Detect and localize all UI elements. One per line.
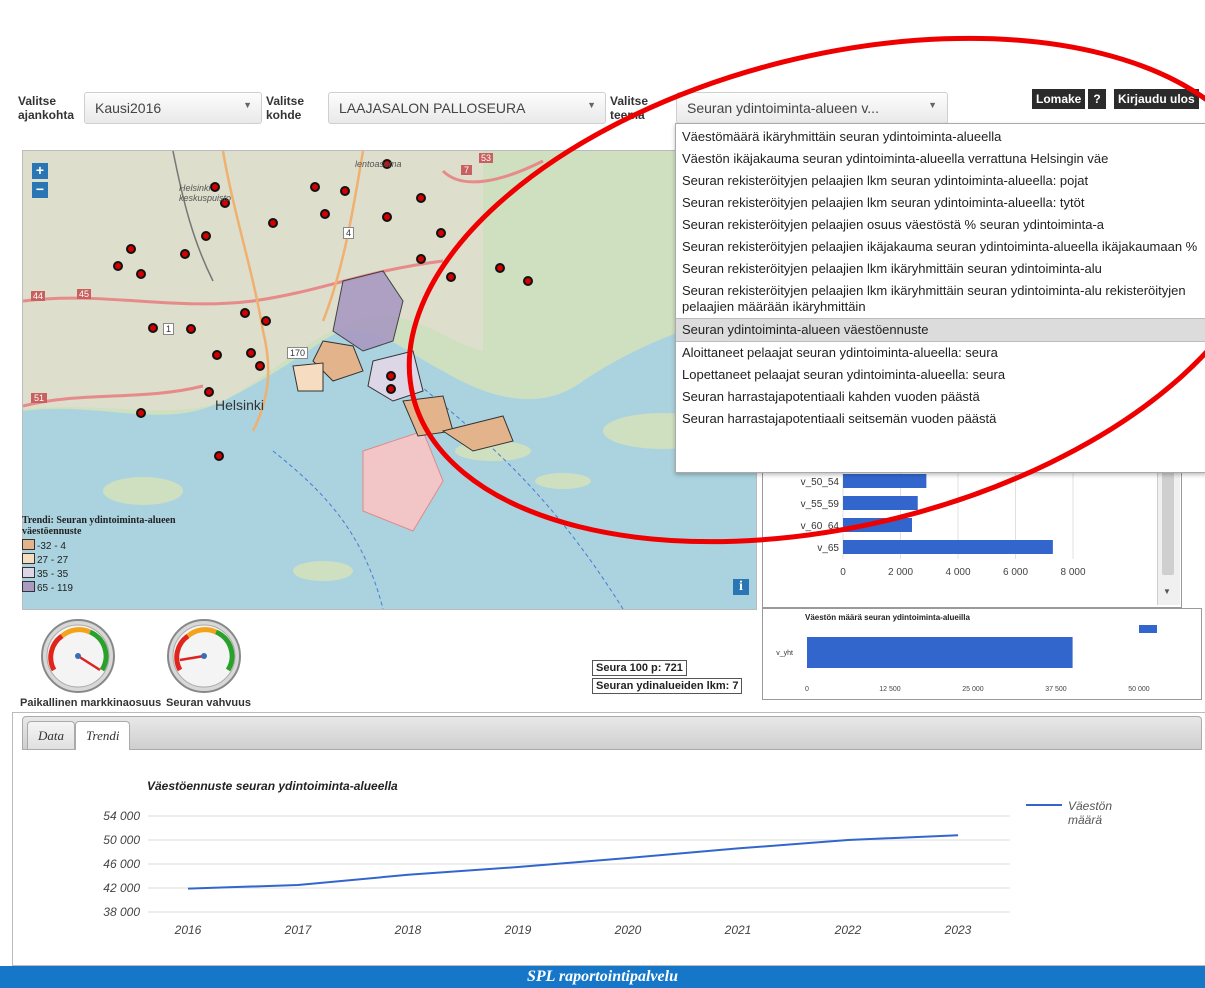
age-tick-label: 2 000 (888, 567, 913, 578)
population-chart-panel: Väestön määrä seuran ydintoiminta-alueil… (762, 608, 1202, 700)
legend-swatch (22, 539, 35, 550)
population-bar-chart: 0 12 500 25 000 37 500 50 000 v_yht (776, 625, 1157, 693)
chevron-down-icon: ▼ (243, 100, 252, 110)
trend-x-tick-label: 2020 (614, 923, 642, 937)
trend-legend: Väestön määrä (1068, 799, 1113, 827)
trend-y-tick-label: 38 000 (103, 905, 140, 919)
club-strength-gauge (167, 619, 241, 693)
legend-item: 27 - 27 (22, 553, 192, 567)
map-road-4: 4 (343, 227, 355, 239)
trend-y-tick-label: 46 000 (103, 857, 140, 871)
map-road-170: 170 (287, 347, 309, 359)
age-tick-label: 0 (840, 567, 846, 578)
market-share-gauge (41, 619, 115, 693)
pop-tick-label: 0 (805, 686, 809, 693)
trend-x-tick-label: 2016 (174, 923, 202, 937)
trend-legend-swatch (1026, 804, 1062, 806)
legend-title: Trendi: Seuran ydintoiminta-alueen väest… (22, 515, 176, 537)
map-label-keskuspuisto: Helsinki keskuspuisto (179, 183, 232, 203)
legend-item: 65 - 119 (22, 581, 192, 595)
tab-data[interactable]: Data (27, 721, 75, 749)
legend-item: -32 - 4 (22, 539, 192, 553)
legend-swatch (22, 567, 35, 578)
map-road-1: 1 (163, 323, 175, 335)
age-tick-label: 4 000 (945, 567, 970, 578)
core-areas-box: Seuran ydinalueiden lkm: 7 (592, 678, 743, 694)
time-label: Valitse ajankohta (18, 94, 75, 122)
footer-title: SPL raportointipalvelu (0, 966, 1205, 988)
trend-x-tick-label: 2022 (834, 923, 862, 937)
trend-y-tick-label: 50 000 (103, 833, 140, 847)
age-tick-label: 8 000 (1060, 567, 1085, 578)
pop-tick-label: 37 500 (1045, 686, 1067, 693)
age-tick-label: 6 000 (1003, 567, 1028, 578)
info-icon[interactable]: i (733, 579, 749, 595)
trend-x-tick-label: 2021 (724, 923, 752, 937)
target-label: Valitse kohde (266, 94, 305, 122)
map-road-45: 45 (77, 289, 92, 299)
pop-legend-swatch (1139, 625, 1157, 633)
trend-y-tick-label: 54 000 (103, 809, 140, 823)
pop-bar (807, 637, 1073, 668)
pop-tick-label: 12 500 (879, 686, 901, 693)
legend-swatch (22, 553, 35, 564)
market-share-label: Paikallinen markkinaosuus (20, 697, 162, 709)
scroll-down-icon[interactable]: ▼ (1163, 587, 1171, 596)
trend-x-tick-label: 2023 (944, 923, 972, 937)
annotation-ellipse (406, 35, 1205, 545)
trend-line-chart: 54 000 50 000 46 000 42 000 38 000 2016 2017 20… (103, 809, 1010, 937)
population-chart-title: Väestön määrä seuran ydintoiminta-alueil… (805, 613, 970, 622)
pop-category-label: v_yht (776, 650, 793, 657)
zoom-out-button[interactable]: − (32, 182, 48, 198)
legend-item: 35 - 35 (22, 567, 192, 581)
trend-x-tick-label: 2018 (394, 923, 422, 937)
map-road-44: 44 (31, 291, 46, 301)
pop-tick-label: 50 000 (1128, 686, 1150, 693)
club-strength-label: Seuran vahvuus (166, 697, 251, 709)
trend-x-tick-label: 2017 (284, 923, 313, 937)
zoom-in-button[interactable]: + (32, 163, 48, 179)
trend-x-tick-label: 2019 (504, 923, 532, 937)
club-points-box: Seura 100 p: 721 (592, 660, 687, 676)
tab-trend[interactable]: Trendi (75, 721, 131, 750)
pop-tick-label: 25 000 (962, 686, 984, 693)
legend-swatch (22, 581, 35, 592)
map-label-helsinki: Helsinki (215, 397, 265, 413)
trend-y-tick-label: 42 000 (103, 881, 140, 895)
map-road-51: 51 (31, 393, 48, 403)
tab-bar: Data Trendi (22, 716, 1202, 750)
map-legend: Trendi: Seuran ydintoiminta-alueen väest… (22, 515, 192, 595)
trend-series-line (187, 834, 959, 890)
time-select[interactable]: Kausi2016 ▼ (84, 92, 262, 124)
time-select-value: Kausi2016 (95, 100, 162, 116)
